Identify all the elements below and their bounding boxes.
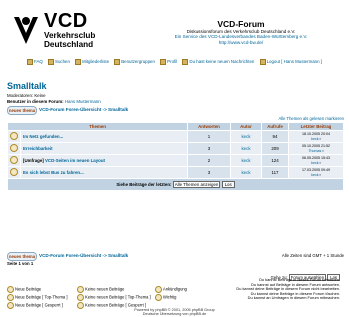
breadcrumb[interactable]: VCD-Forum Foren-Übersicht -> Smalltalk xyxy=(39,107,128,112)
topic-link[interactable]: Es sich lebst Bus zu fahren... xyxy=(23,170,84,175)
new-posts-hot-icon xyxy=(7,294,14,301)
site-info: VCD-Forum Diskussionsforum des Verkehrsc… xyxy=(151,19,331,45)
logo-text: VCD xyxy=(44,10,88,32)
table-row: Erreichbarkeit 3 keck 209 05.10.2005 21:… xyxy=(7,142,344,155)
forum-users: Benutzer in diesem Forum: Hans Musterman… xyxy=(7,99,101,104)
nav-messages[interactable]: Du hast keine neuen Nachrichten xyxy=(182,59,254,65)
table-row: Es sich lebst Bus zu fahren... 3 keck 11… xyxy=(7,166,344,179)
last-post[interactable]: 05.10.2005 21:52 Thomas ▪ xyxy=(288,142,344,155)
table-row: [Umfrage] VCD-Seiten im neuen Layout 2 k… xyxy=(7,154,344,167)
last-post-icon: ▪ xyxy=(319,172,321,177)
site-link-service[interactable]: Ein Service des VCD-Landesverbandes Bade… xyxy=(175,34,308,39)
author-link[interactable]: keck xyxy=(230,166,262,179)
groups-icon xyxy=(114,59,121,65)
answers-count: 3 xyxy=(187,166,231,179)
col-topics: Themen xyxy=(7,122,188,131)
answers-count: 3 xyxy=(187,142,231,155)
page-frame: VCD Verkehrsclub Deutschland VCD-Forum D… xyxy=(5,5,344,316)
topic-icon xyxy=(10,168,18,176)
forum-title[interactable]: Smalltalk xyxy=(7,81,47,91)
table-header: Themen Antworten Autor Aufrufe Letzter B… xyxy=(7,122,344,131)
new-topic-button[interactable]: neues thema xyxy=(7,106,37,115)
site-name: VCD-Forum xyxy=(217,19,265,29)
topic-icon xyxy=(10,132,18,140)
topic-link[interactable]: Erreichbarkeit xyxy=(23,146,53,151)
mark-read-link[interactable]: Alle Themen als gelesen markieren xyxy=(278,116,344,121)
vcd-logo[interactable]: VCD Verkehrsclub Deutschland xyxy=(11,10,111,52)
nav-memberlist[interactable]: Mitgliederliste xyxy=(75,59,109,65)
page-footer: Powered by phpBB © 2001, 2005 phpBB Grou… xyxy=(5,308,344,317)
col-author: Autor xyxy=(230,122,262,131)
members-icon xyxy=(75,59,82,65)
author-link[interactable]: keck xyxy=(230,154,262,167)
nav-logout[interactable]: Logout [ Hans Mustermann ] xyxy=(259,59,322,65)
answers-count: 2 xyxy=(187,154,231,167)
filter-label: Siehe Beiträge der letzten: xyxy=(116,182,172,187)
site-link-url[interactable]: http://www.vcd-bw.de/ xyxy=(219,40,263,45)
search-icon xyxy=(48,59,55,65)
logo-line1: Verkehrsclub xyxy=(44,31,96,40)
faq-icon xyxy=(27,59,33,65)
topic-icon xyxy=(10,156,18,164)
new-posts-icon xyxy=(7,286,14,293)
filter-go-button[interactable]: Los xyxy=(221,181,235,188)
nav-usergroups[interactable]: Benutzergruppen xyxy=(114,59,155,65)
last-post-icon: ▪ xyxy=(319,136,321,141)
filter-select[interactable]: Alle Themen anzeigen xyxy=(172,181,221,188)
col-answers: Antworten xyxy=(187,122,231,131)
page-indicator: Seite 1 von 1 xyxy=(7,261,34,266)
last-post[interactable]: 18.10.2005 20:04 keck ▪ xyxy=(288,130,344,143)
last-post[interactable]: 17.03.2005 09:49 keck ▪ xyxy=(288,166,344,179)
nav-faq[interactable]: FAQ xyxy=(27,59,43,65)
table-row: Im Netz gefunden... 1 keck 94 18.10.2005… xyxy=(7,130,344,143)
nav-profile[interactable]: Profil xyxy=(160,59,177,65)
new-topic-button-bottom[interactable]: neues thema xyxy=(7,252,37,261)
profile-icon xyxy=(160,59,167,65)
topic-icon xyxy=(10,144,18,152)
last-post[interactable]: 06.05.2005 15:43 keck ▪ xyxy=(288,154,344,167)
topic-prefix: [Umfrage] xyxy=(23,158,45,163)
author-link[interactable]: keck xyxy=(230,142,262,155)
last-post-icon: ▪ xyxy=(322,148,324,153)
no-new-posts-icon xyxy=(77,286,84,293)
answers-count: 1 xyxy=(187,130,231,143)
forum-moderators: Moderatoren: Keine xyxy=(7,93,46,98)
main-nav: FAQ Suchen Mitgliederliste Benutzergrupp… xyxy=(5,59,344,65)
logout-icon xyxy=(259,59,266,65)
breadcrumb-bottom[interactable]: VCD-Forum Foren-Übersicht -> Smalltalk xyxy=(39,253,128,258)
permissions-list: Du kannst Beiträge in dieses Forum schre… xyxy=(236,277,340,301)
nav-search[interactable]: Suchen xyxy=(48,59,70,65)
no-new-posts-hot-icon xyxy=(77,294,84,301)
col-last-post: Letzter Beitrag xyxy=(288,122,344,131)
topic-link[interactable]: VCD-Seiten im neuen Layout xyxy=(45,158,105,163)
announcement-icon xyxy=(155,286,162,293)
topic-link[interactable]: Im Netz gefunden... xyxy=(23,134,63,139)
views-count: 209 xyxy=(261,142,289,155)
views-count: 124 xyxy=(261,154,289,167)
message-icon xyxy=(182,59,189,65)
timezone-note: Alle Zeiten sind GMT + 1 Stunde xyxy=(281,253,344,258)
views-count: 94 xyxy=(261,130,289,143)
filter-row: Siehe Beiträge der letzten: Alle Themen … xyxy=(7,178,344,191)
last-post-icon: ▪ xyxy=(319,160,321,165)
author-link[interactable]: keck xyxy=(230,130,262,143)
vcd-logo-mark-icon xyxy=(14,17,38,44)
logo-line2: Deutschland xyxy=(44,40,94,49)
views-count: 117 xyxy=(261,166,289,179)
user-link[interactable]: Hans Mustermann xyxy=(65,99,101,104)
topic-table: Themen Antworten Autor Aufrufe Letzter B… xyxy=(7,122,344,191)
sticky-icon xyxy=(155,294,162,301)
col-views: Aufrufe xyxy=(261,122,289,131)
